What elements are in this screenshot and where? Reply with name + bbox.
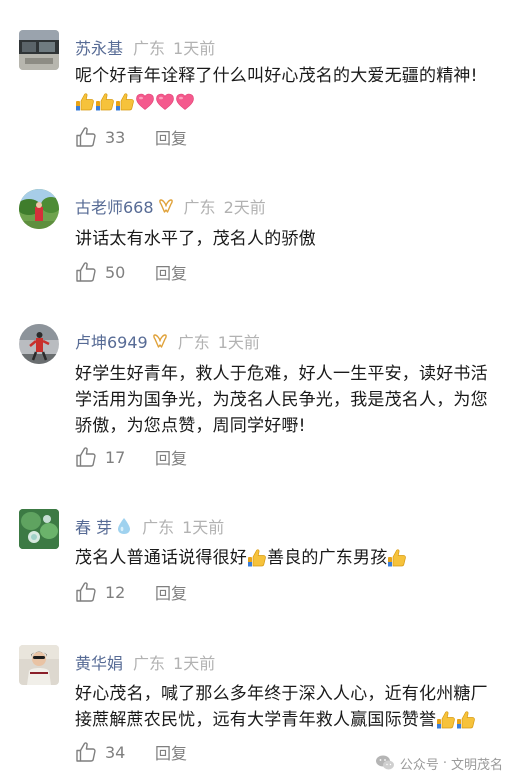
comment-text: 呢个好青年诠释了什么叫好心茂名的大爱无疆的精神! [75,63,501,115]
comment-actions: 17 回复 [75,444,187,470]
region-label: 广东 [133,39,166,58]
like-button[interactable]: 33 [75,126,125,148]
comment-text: 好心茂名，喊了那么多年终于深入人心，近有化州糖厂 接蔗解蔗农民忧，远有大学青年救… [75,681,501,733]
avatar[interactable] [19,30,59,70]
comment-meta: 卢坤6949 广东 1天前 [75,329,260,353]
like-count: 12 [105,582,126,602]
like-icon[interactable] [75,581,97,603]
like-icon[interactable] [75,261,97,283]
like-button[interactable]: 17 [75,446,125,468]
comment-text: 茂名人普通话说得很好 善良的广东男孩 [75,545,501,571]
thumbs-up-icon [247,548,267,568]
emoji-row [75,92,195,112]
reply-button[interactable]: 回复 [155,125,187,149]
ribbon-icon [152,333,168,349]
thumbs-up-icon [75,92,95,112]
time-label: 1天前 [182,518,225,537]
comment-text-part: 茂名人普通话说得很好 [75,548,247,568]
watermark-separator: · [442,755,447,771]
avatar[interactable] [19,509,59,549]
thumbs-up-icon [456,710,476,730]
comment-text-content: 呢个好青年诠释了什么叫好心茂名的大爱无疆的精神! [75,66,478,86]
comment-item: 春 芽 广东 1天前 茂名人普通话说得很好 善良的广东男孩 12 回复 [0,509,519,619]
like-icon[interactable] [75,446,97,468]
comment-item: 苏永基 广东 1天前 呢个好青年诠释了什么叫好心茂名的大爱无疆的精神! 33 回… [0,30,519,160]
comment-text: 好学生好青年，救人于危难，好人一生平安，读好书活 学活用为国争光，为茂名人民争光… [75,361,501,439]
author-name[interactable]: 春 芽 [75,514,112,538]
author-name[interactable]: 卢坤6949 [75,329,148,353]
like-count: 33 [105,127,126,147]
reply-button[interactable]: 回复 [155,740,187,764]
like-button[interactable]: 34 [75,741,125,763]
avatar[interactable] [19,189,59,229]
author-name[interactable]: 黄华娟 [75,650,123,674]
heart-icon [135,92,155,112]
water-drop-icon [116,517,132,535]
author-name[interactable]: 苏永基 [75,35,123,59]
comment-actions: 33 回复 [75,124,187,150]
comment-item: 卢坤6949 广东 1天前 好学生好青年，救人于危难，好人一生平安，读好书活 学… [0,324,519,484]
watermark-account: 文明茂名 [450,757,503,773]
like-icon[interactable] [75,741,97,763]
comment-meta: 黄华娟 广东 1天前 [75,650,215,674]
like-icon[interactable] [75,126,97,148]
heart-icon [175,92,195,112]
comment-meta: 春 芽 广东 1天前 [75,514,224,538]
region-label: 广东 [183,198,216,217]
reply-button[interactable]: 回复 [155,445,187,469]
thumbs-up-icon [436,710,456,730]
watermark: 公众号 · 文明茂名 [375,752,503,774]
comment-meta: 古老师668 广东 2天前 [75,194,266,218]
like-count: 17 [105,447,126,467]
avatar[interactable] [19,645,59,685]
comment-actions: 12 回复 [75,579,187,605]
watermark-prefix: 公众号 [399,757,439,773]
thumbs-up-icon [95,92,115,112]
comment-actions: 34 回复 [75,739,187,765]
author-name[interactable]: 古老师668 [75,194,154,218]
ribbon-icon [158,198,174,214]
time-label: 1天前 [173,39,216,58]
avatar[interactable] [19,324,59,364]
reply-button[interactable]: 回复 [155,260,187,284]
comment-text-line: 接蔗解蔗农民忧，远有大学青年救人赢国际赞誉 [75,710,437,730]
region-label: 广东 [133,654,166,673]
like-button[interactable]: 50 [75,261,125,283]
thumbs-up-icon [115,92,135,112]
comment-item: 古老师668 广东 2天前 讲话太有水平了，茂名人的骄傲 50 回复 [0,189,519,299]
comment-text-line: 学活用为国争光，为茂名人民争光，我是茂名人，为您 [75,390,488,410]
like-count: 50 [105,262,126,282]
reply-button[interactable]: 回复 [155,580,187,604]
comment-text-line: 好心茂名，喊了那么多年终于深入人心，近有化州糖厂 [75,684,488,704]
wechat-icon [375,755,394,770]
region-label: 广东 [142,518,175,537]
region-label: 广东 [177,333,210,352]
time-label: 1天前 [217,333,260,352]
comment-text-line: 骄傲，为您点赞，周同学好嘢! [75,416,306,436]
heart-icon [155,92,175,112]
thumbs-up-icon [387,548,407,568]
like-count: 34 [105,742,126,762]
comment-actions: 50 回复 [75,259,187,285]
time-label: 2天前 [223,198,266,217]
time-label: 1天前 [173,654,216,673]
comment-text-line: 好学生好青年，救人于危难，好人一生平安，读好书活 [75,364,488,384]
comment-meta: 苏永基 广东 1天前 [75,35,215,59]
comment-text-part: 善良的广东男孩 [267,548,388,568]
comment-text: 讲话太有水平了，茂名人的骄傲 [75,229,316,249]
like-button[interactable]: 12 [75,581,125,603]
